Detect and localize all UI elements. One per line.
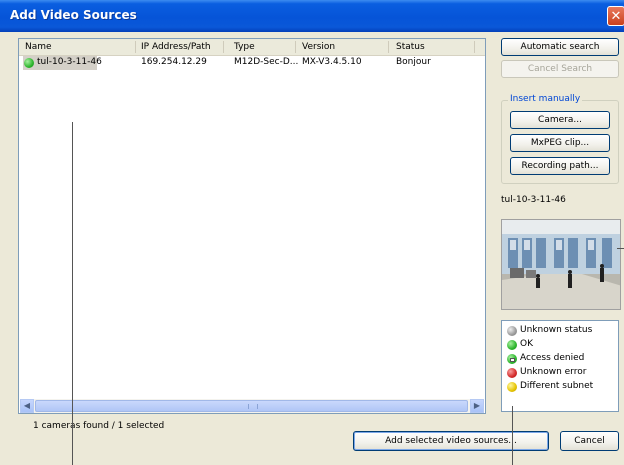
column-header-type[interactable]: Type: [234, 42, 255, 52]
callout-line: [72, 122, 73, 465]
status-legend: Unknown status OK Access denied Unknown …: [501, 320, 619, 412]
table-row[interactable]: tul-10-3-11-46 169.254.12.29 M12D-Sec-D.…: [20, 56, 484, 70]
camera-button[interactable]: Camera...: [510, 111, 610, 129]
row-ip: 169.254.12.29: [141, 57, 207, 67]
column-header-ip[interactable]: IP Address/Path: [141, 42, 211, 52]
selected-camera-name: tul-10-3-11-46: [501, 195, 566, 205]
column-header-name[interactable]: Name: [25, 42, 52, 52]
cancel-search-button[interactable]: Cancel Search: [501, 60, 619, 78]
different-subnet-icon: [507, 382, 517, 392]
row-name: tul-10-3-11-46: [37, 57, 102, 67]
camera-preview-image: [501, 219, 621, 310]
mxpeg-clip-button[interactable]: MxPEG clip...: [510, 134, 610, 152]
row-type: M12D-Sec-D...: [234, 57, 299, 67]
recording-path-button[interactable]: Recording path...: [510, 157, 610, 175]
add-video-sources-dialog: Add Video Sources ✕ Name IP Address/Path…: [0, 0, 624, 465]
column-header-status[interactable]: Status: [396, 42, 425, 52]
title-bar: Add Video Sources ✕: [0, 0, 624, 32]
unknown-error-icon: [507, 368, 517, 378]
list-header: Name IP Address/Path Type Version Status: [19, 39, 485, 56]
scroll-left-icon[interactable]: ◀: [20, 399, 34, 413]
close-button[interactable]: ✕: [607, 6, 624, 26]
unknown-status-icon: [507, 326, 517, 336]
window-title: Add Video Sources: [10, 8, 137, 22]
callout-line: [617, 248, 624, 249]
automatic-search-button[interactable]: Automatic search: [501, 38, 619, 56]
row-version: MX-V3.4.5.10: [302, 57, 362, 67]
horizontal-scrollbar[interactable]: ◀ ▶: [20, 399, 484, 413]
cancel-button[interactable]: Cancel: [560, 431, 619, 451]
ok-status-icon: [24, 58, 34, 68]
row-status: Bonjour: [396, 57, 431, 67]
video-sources-list[interactable]: Name IP Address/Path Type Version Status…: [18, 38, 486, 414]
column-header-version[interactable]: Version: [302, 42, 335, 52]
status-text: 1 cameras found / 1 selected: [33, 421, 165, 431]
scroll-thumb[interactable]: [35, 400, 468, 412]
insert-manually-label: Insert manually: [508, 94, 583, 104]
scroll-right-icon[interactable]: ▶: [470, 399, 484, 413]
access-denied-lock-icon: [507, 354, 517, 364]
callout-line: [512, 406, 513, 465]
ok-status-icon: [507, 340, 517, 350]
add-selected-video-sources-button[interactable]: Add selected video sources...: [353, 431, 549, 451]
